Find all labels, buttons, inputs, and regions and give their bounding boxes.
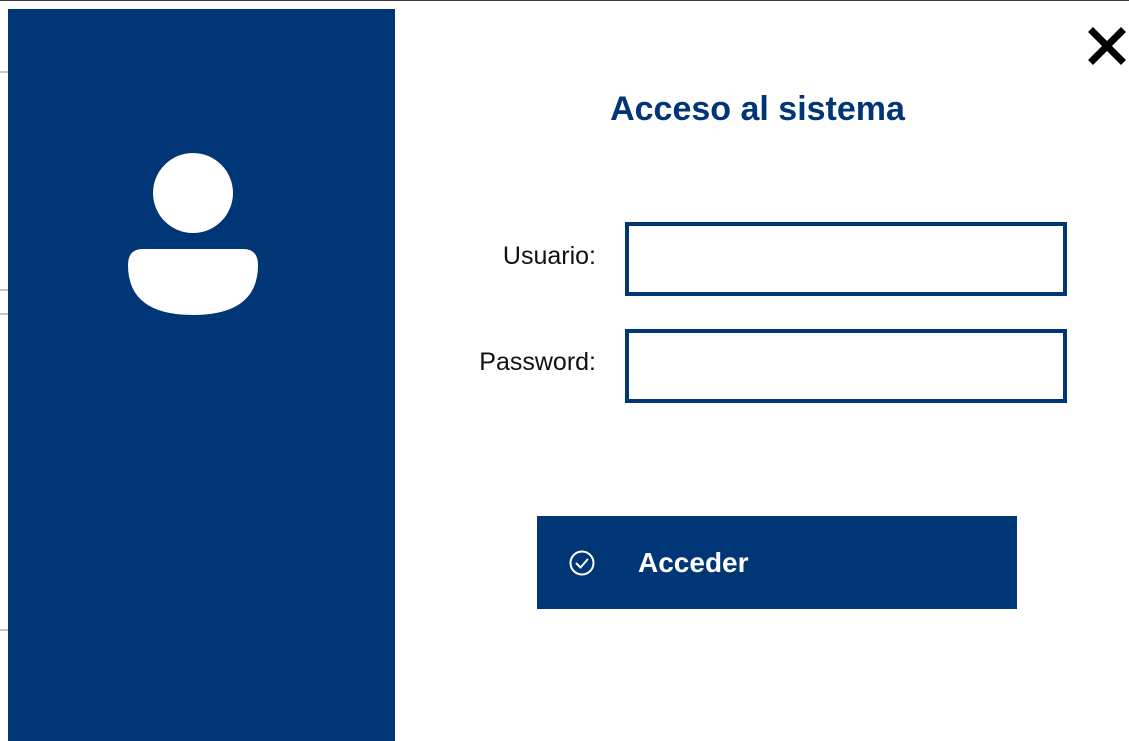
- check-circle-icon: [569, 550, 595, 576]
- edge-mark: [0, 313, 8, 315]
- login-window: Acceso al sistema Usuario: Password: Acc…: [0, 0, 1129, 741]
- close-button[interactable]: [1087, 26, 1127, 66]
- edge-mark: [0, 629, 8, 631]
- close-icon: [1088, 27, 1126, 65]
- username-input[interactable]: [625, 222, 1067, 296]
- edge-mark: [0, 289, 8, 291]
- user-avatar-icon: [128, 153, 258, 315]
- password-input[interactable]: [625, 329, 1067, 403]
- username-label: Usuario:: [502, 242, 596, 270]
- side-panel: [8, 9, 395, 741]
- submit-button[interactable]: Acceder: [537, 516, 1017, 609]
- window-left-edge: [0, 1, 8, 741]
- submit-button-label: Acceder: [638, 547, 749, 578]
- password-label: Password:: [479, 348, 596, 376]
- edge-mark: [0, 71, 8, 73]
- page-title: Acceso al sistema: [610, 90, 905, 128]
